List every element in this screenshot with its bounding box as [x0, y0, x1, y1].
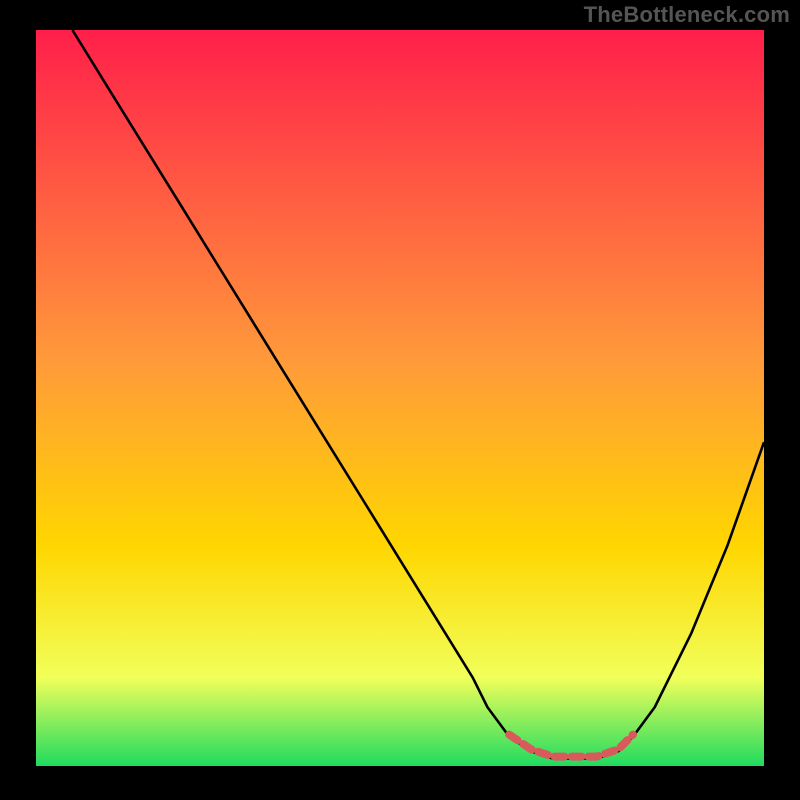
bottleneck-chart — [0, 0, 800, 800]
watermark-text: TheBottleneck.com — [584, 2, 790, 28]
chart-frame: TheBottleneck.com — [0, 0, 800, 800]
chart-plot-area — [36, 30, 764, 766]
